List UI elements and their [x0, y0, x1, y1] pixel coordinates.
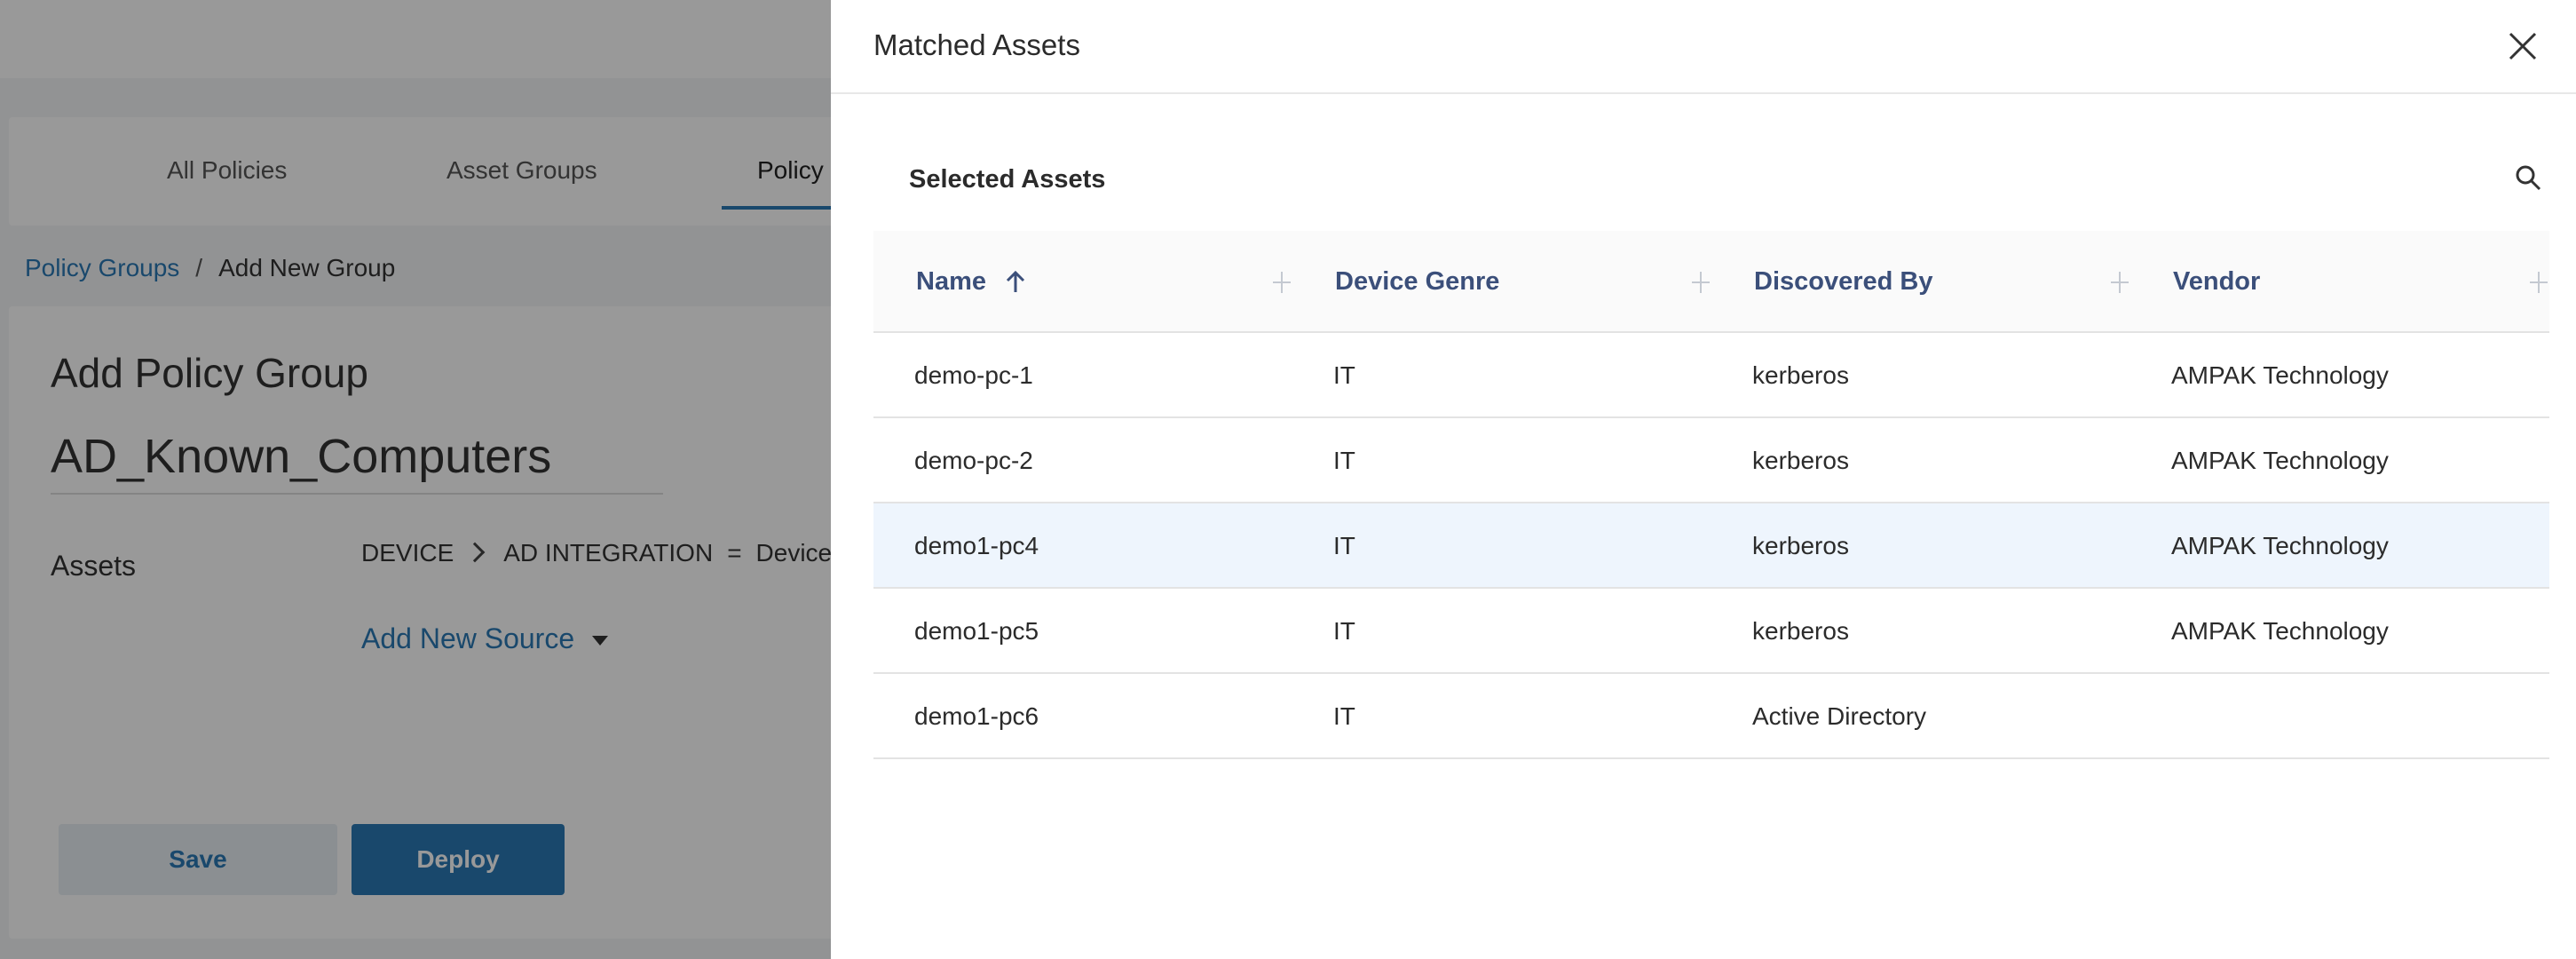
column-header-vendor[interactable]: Vendor: [2130, 231, 2549, 333]
cell-discovered-by: kerberos: [1752, 532, 1849, 559]
cell-discovered-by: kerberos: [1752, 447, 1849, 474]
column-label: Name: [916, 267, 986, 296]
drawer-header: Matched Assets: [831, 0, 2576, 94]
cell-name: demo-pc-2: [914, 447, 1033, 474]
cell-discovered-by: kerberos: [1752, 617, 1849, 645]
drawer-title: Matched Assets: [873, 28, 1080, 61]
column-label: Vendor: [2173, 267, 2261, 296]
column-header-name[interactable]: Name: [873, 231, 1292, 333]
cell-vendor: AMPAK Technology: [2171, 617, 2389, 645]
table-row[interactable]: demo-pc-2 IT kerberos AMPAK Technology: [873, 418, 2549, 503]
column-resize-icon[interactable]: [2525, 269, 2552, 296]
cell-device-genre: IT: [1333, 532, 1355, 559]
cell-vendor: AMPAK Technology: [2171, 447, 2389, 474]
assets-table: Name Device Genre Discovered By Vendor d…: [873, 231, 2549, 759]
table-row[interactable]: demo-pc-1 IT kerberos AMPAK Technology: [873, 333, 2549, 418]
table-header: Name Device Genre Discovered By Vendor: [873, 231, 2549, 333]
search-icon[interactable]: [2512, 162, 2544, 194]
column-label: Device Genre: [1335, 267, 1500, 296]
cell-vendor: AMPAK Technology: [2171, 361, 2389, 389]
cell-device-genre: IT: [1333, 361, 1355, 389]
selected-assets-header: Selected Assets: [873, 94, 2576, 231]
cell-name: demo-pc-1: [914, 361, 1033, 389]
cell-discovered-by: Active Directory: [1752, 702, 1927, 730]
section-title: Selected Assets: [909, 165, 1106, 194]
cell-name: demo1-pc6: [914, 702, 1039, 730]
close-icon[interactable]: [2505, 28, 2540, 64]
matched-assets-drawer: Matched Assets Selected Assets Name Devi…: [831, 0, 2576, 959]
table-row-highlighted[interactable]: demo1-pc4 IT kerberos AMPAK Technology: [873, 503, 2549, 589]
sort-ascending-icon[interactable]: [1002, 269, 1029, 296]
cell-device-genre: IT: [1333, 617, 1355, 645]
column-header-device-genre[interactable]: Device Genre: [1292, 231, 1711, 333]
cell-name: demo1-pc5: [914, 617, 1039, 645]
table-row[interactable]: demo1-pc5 IT kerberos AMPAK Technology: [873, 589, 2549, 674]
column-resize-icon[interactable]: [1687, 269, 1714, 296]
cell-vendor: [2130, 674, 2171, 759]
table-row[interactable]: demo1-pc6 IT Active Directory: [873, 674, 2549, 759]
column-label: Discovered By: [1754, 267, 1933, 296]
column-resize-icon[interactable]: [1268, 269, 1295, 296]
cell-device-genre: IT: [1333, 702, 1355, 730]
cell-discovered-by: kerberos: [1752, 361, 1849, 389]
column-resize-icon[interactable]: [2106, 269, 2133, 296]
cell-name: demo1-pc4: [914, 532, 1039, 559]
column-header-discovered-by[interactable]: Discovered By: [1711, 231, 2130, 333]
cell-device-genre: IT: [1333, 447, 1355, 474]
cell-vendor: AMPAK Technology: [2171, 532, 2389, 559]
